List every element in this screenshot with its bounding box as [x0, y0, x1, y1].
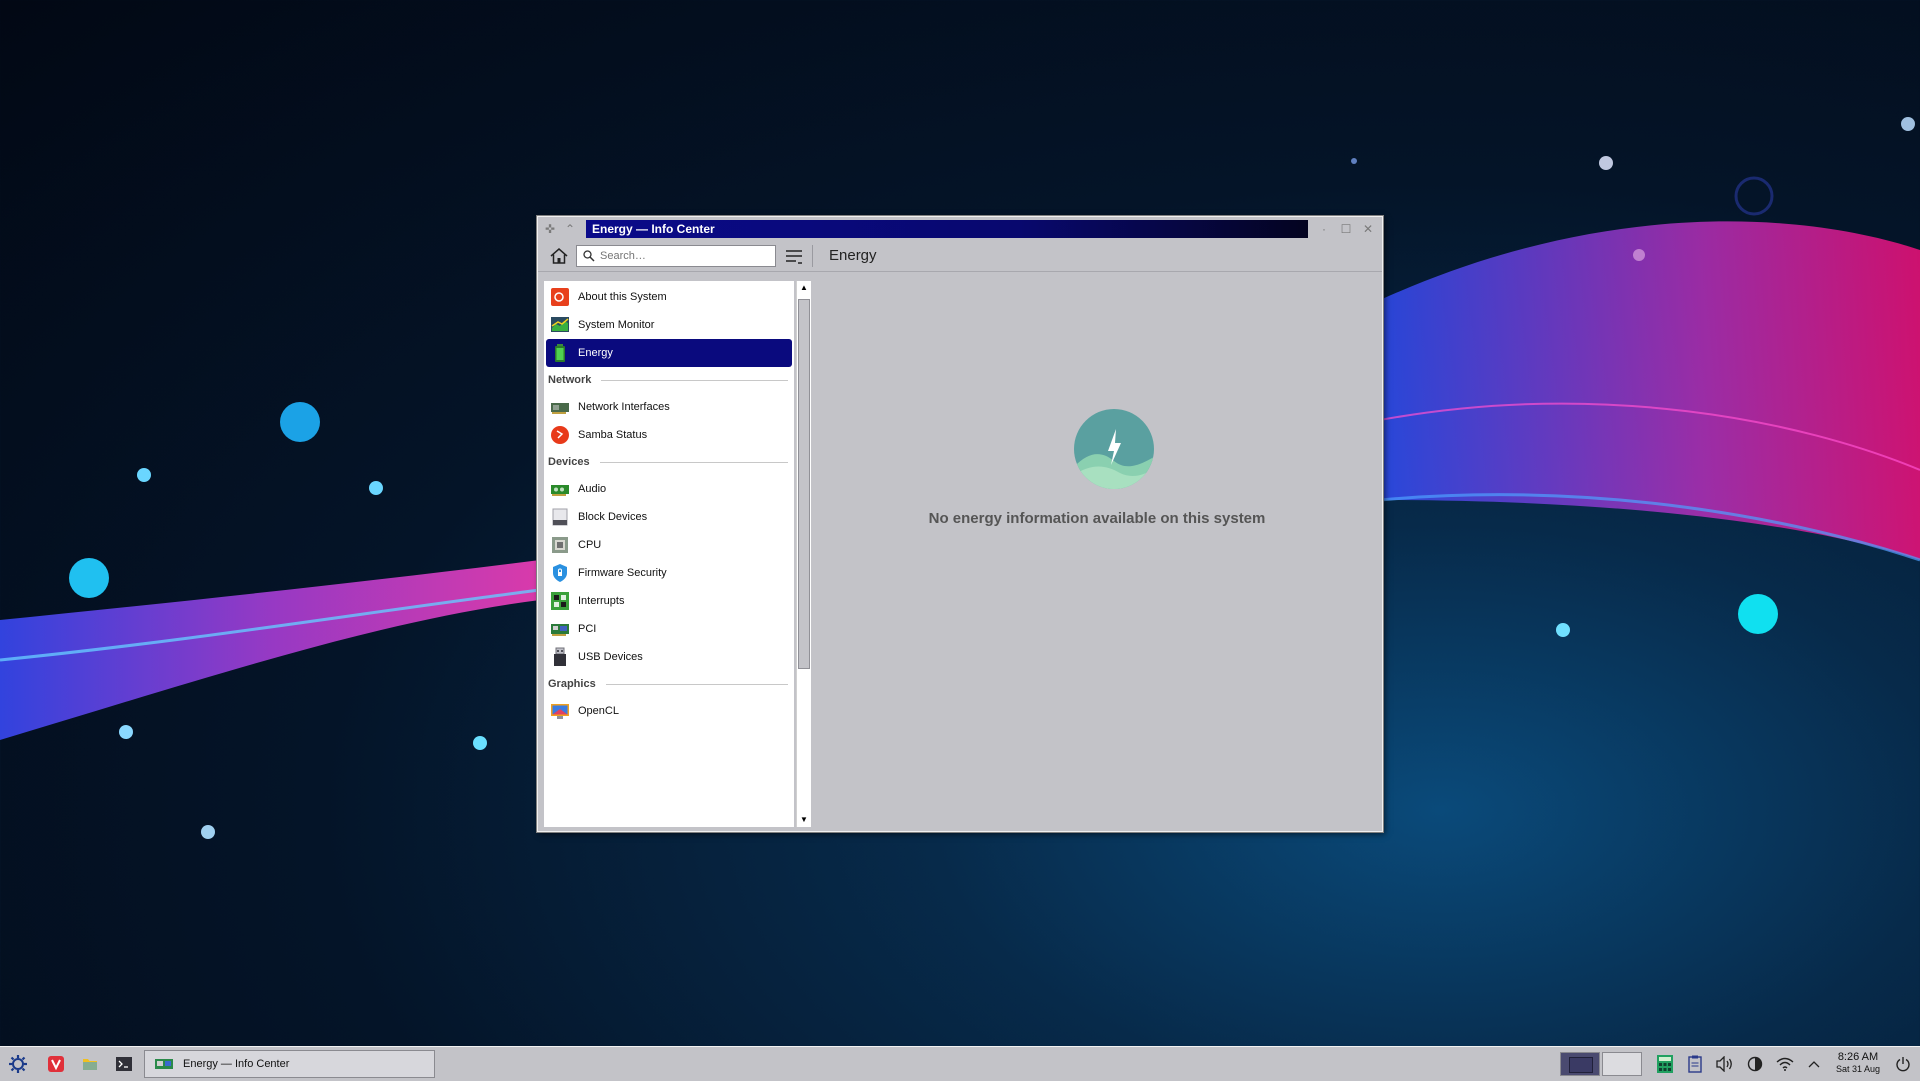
sidebar-item-cpu[interactable]: CPU — [546, 531, 792, 559]
sidebar-item-audio[interactable]: Audio — [546, 475, 792, 503]
pin-icon[interactable]: ✜ — [542, 221, 558, 237]
tray-network[interactable] — [1774, 1047, 1796, 1081]
battery-icon — [555, 344, 565, 362]
search-input[interactable] — [596, 250, 770, 262]
tray-expander[interactable] — [1804, 1047, 1824, 1081]
energy-placeholder-icon — [1074, 409, 1154, 489]
no-energy-message: No energy information available on this … — [928, 510, 1266, 527]
interrupts-icon — [551, 592, 569, 610]
home-icon[interactable] — [548, 245, 570, 267]
sidebar-item-interrupts[interactable]: Interrupts — [546, 587, 792, 615]
power-button[interactable] — [1892, 1047, 1914, 1081]
usb-icon — [554, 647, 566, 666]
window-title: Energy — Info Center — [586, 220, 1308, 238]
search-field[interactable] — [576, 245, 776, 267]
scroll-up-arrow-icon[interactable]: ▲ — [797, 281, 811, 295]
sidebar-item-system-monitor[interactable]: System Monitor — [546, 311, 792, 339]
cpu-icon — [552, 537, 568, 553]
toolbar-separator — [812, 245, 813, 267]
opencl-icon — [551, 704, 569, 719]
tray-clipboard[interactable] — [1684, 1047, 1706, 1081]
page-title: Energy — [829, 247, 877, 264]
close-button[interactable]: ✕ — [1360, 221, 1376, 237]
pci-card-icon — [551, 624, 569, 636]
tray-volume[interactable] — [1714, 1047, 1736, 1081]
shield-icon — [553, 564, 567, 582]
vivaldi-icon — [48, 1056, 64, 1072]
sidebar-item-samba-status[interactable]: Samba Status — [546, 421, 792, 449]
about-system-icon — [551, 288, 569, 306]
sidebar-item-about-this-system[interactable]: About this System — [546, 283, 792, 311]
kde-logo-icon — [9, 1055, 27, 1073]
section-header-network: Network — [548, 371, 788, 389]
application-launcher[interactable] — [6, 1047, 30, 1081]
pager-window-thumbnail — [1569, 1057, 1593, 1073]
terminal-icon — [116, 1057, 132, 1071]
scrollbar-thumb[interactable] — [798, 299, 810, 669]
drive-icon — [552, 508, 568, 526]
sidebar-scrollbar[interactable]: ▲ ▼ — [796, 281, 811, 827]
section-header-devices: Devices — [548, 453, 788, 471]
sidebar-item-energy[interactable]: Energy — [546, 339, 792, 367]
category-sidebar: About this System System Monitor Energy … — [544, 281, 794, 827]
clipboard-icon — [1688, 1055, 1702, 1073]
task-info-center[interactable]: Energy — Info Center — [144, 1050, 435, 1078]
energy-page: No energy information available on this … — [814, 273, 1380, 829]
maximize-button[interactable]: ☐ — [1338, 221, 1354, 237]
titlebar: ✜ ⌃ Energy — Info Center · ☐ ✕ — [538, 217, 1382, 241]
terminal-launcher[interactable] — [112, 1047, 136, 1081]
power-icon — [1896, 1057, 1910, 1072]
scroll-down-arrow-icon[interactable]: ▼ — [797, 813, 811, 827]
folder-icon — [83, 1059, 97, 1070]
sidebar-item-network-interfaces[interactable]: Network Interfaces — [546, 393, 792, 421]
keep-above-icon[interactable]: ⌃ — [562, 221, 578, 237]
audio-card-icon — [551, 485, 569, 496]
info-center-icon — [155, 1059, 173, 1069]
night-color-icon — [1747, 1056, 1763, 1072]
clock-date: Sat 31 Aug — [1835, 1064, 1881, 1074]
network-card-icon — [551, 403, 569, 414]
sidebar-item-block-devices[interactable]: Block Devices — [546, 503, 792, 531]
sidebar-item-pci[interactable]: PCI — [546, 615, 792, 643]
volume-icon — [1716, 1056, 1732, 1072]
sidebar-item-usb-devices[interactable]: USB Devices — [546, 643, 792, 671]
toolbar: Energy — [538, 241, 1382, 272]
chevron-up-icon — [1808, 1061, 1820, 1068]
samba-icon — [551, 426, 569, 444]
search-icon — [583, 250, 595, 262]
file-manager-launcher[interactable] — [78, 1047, 102, 1081]
hamburger-menu-icon[interactable] — [782, 245, 806, 267]
minimize-button[interactable]: · — [1316, 221, 1332, 237]
pager-desktop-1[interactable] — [1560, 1052, 1600, 1076]
digital-clock[interactable]: 8:26 AM Sat 31 Aug — [1828, 1051, 1888, 1075]
tray-calculator[interactable] — [1654, 1047, 1676, 1081]
info-center-window: ✜ ⌃ Energy — Info Center · ☐ ✕ Energy — [537, 216, 1383, 832]
taskbar: Energy — Info Center 8:26 AM Sat 31 Aug — [0, 1046, 1920, 1081]
sidebar-item-firmware-security[interactable]: Firmware Security — [546, 559, 792, 587]
clock-time: 8:26 AM — [1837, 1051, 1879, 1063]
system-monitor-icon — [551, 317, 569, 332]
sidebar-item-opencl[interactable]: OpenCL — [546, 697, 792, 725]
pager-desktop-2[interactable] — [1602, 1052, 1642, 1076]
tray-night-color[interactable] — [1744, 1047, 1766, 1081]
section-header-graphics: Graphics — [548, 675, 788, 693]
vivaldi-launcher[interactable] — [44, 1047, 68, 1081]
wifi-icon — [1776, 1057, 1794, 1071]
calculator-icon — [1657, 1055, 1673, 1073]
